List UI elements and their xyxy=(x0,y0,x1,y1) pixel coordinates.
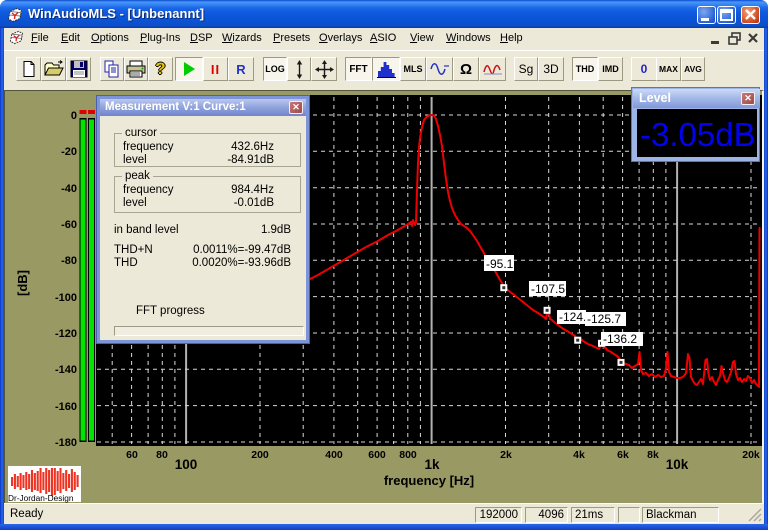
svg-text:200: 200 xyxy=(251,449,269,461)
svg-text:10k: 10k xyxy=(666,457,689,472)
svg-text:-20: -20 xyxy=(61,146,77,158)
svg-text:0: 0 xyxy=(71,110,77,122)
svg-text:-125.7: -125.7 xyxy=(587,312,621,326)
svg-text:2k: 2k xyxy=(500,449,512,461)
svg-text:1k: 1k xyxy=(424,457,440,472)
svg-text:800: 800 xyxy=(399,449,417,461)
svg-text:-124.: -124. xyxy=(559,310,586,324)
svg-text:-100: -100 xyxy=(55,292,77,304)
svg-text:400: 400 xyxy=(325,449,343,461)
svg-text:-107.5: -107.5 xyxy=(531,282,565,296)
svg-text:6k: 6k xyxy=(617,449,629,461)
svg-text:-80: -80 xyxy=(61,255,77,267)
svg-text:-136.2: -136.2 xyxy=(603,332,637,346)
svg-text:-95.1: -95.1 xyxy=(486,257,514,271)
svg-text:-40: -40 xyxy=(61,183,77,195)
svg-text:[dB]: [dB] xyxy=(15,270,30,296)
svg-text:-160: -160 xyxy=(55,401,77,413)
svg-text:20k: 20k xyxy=(742,449,760,461)
svg-text:80: 80 xyxy=(156,449,168,461)
svg-text:100: 100 xyxy=(175,457,198,472)
svg-text:-140: -140 xyxy=(55,364,77,376)
svg-text:600: 600 xyxy=(368,449,386,461)
svg-text:-180: -180 xyxy=(55,437,77,449)
svg-text:8k: 8k xyxy=(647,449,659,461)
svg-text:60: 60 xyxy=(126,449,138,461)
svg-text:-60: -60 xyxy=(61,219,77,231)
svg-text:frequency [Hz]: frequency [Hz] xyxy=(384,473,474,488)
svg-text:-120: -120 xyxy=(55,328,77,340)
svg-text:4k: 4k xyxy=(573,449,585,461)
